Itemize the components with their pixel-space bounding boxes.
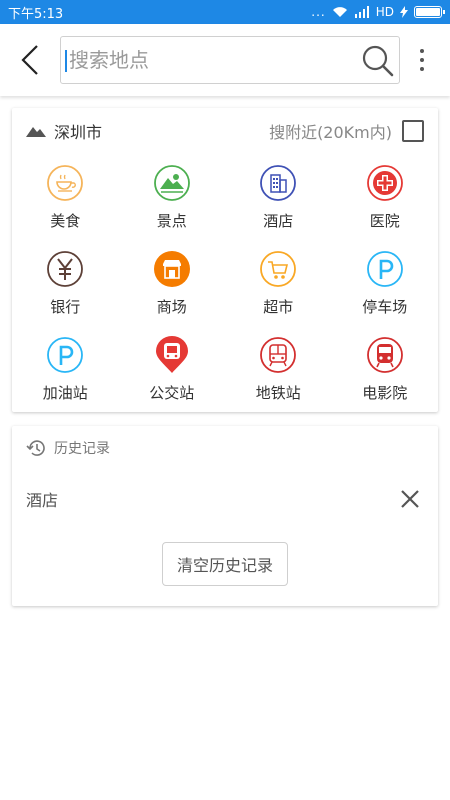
category-food[interactable]: 美食 — [12, 164, 119, 240]
history-item[interactable]: 酒店 — [12, 478, 438, 520]
bus-station-icon — [155, 336, 188, 373]
status-time: 下午5:13 — [8, 6, 64, 22]
category-supermarket[interactable]: 超市 — [225, 250, 332, 326]
category-cinema[interactable]: 电影院 — [332, 336, 439, 412]
category-hospital[interactable]: 医院 — [332, 164, 439, 240]
category-label: 加油站 — [42, 384, 88, 402]
text-cursor — [65, 50, 67, 72]
category-parking[interactable]: 停车场 — [332, 250, 439, 326]
status-dots: ... — [311, 5, 326, 19]
clear-history-button[interactable]: 清空历史记录 — [162, 542, 288, 586]
back-button[interactable] — [14, 42, 46, 78]
search-icon[interactable] — [361, 44, 395, 78]
city-name: 深圳市 — [54, 123, 103, 142]
category-mall[interactable]: 商场 — [119, 250, 226, 326]
category-label: 医院 — [369, 212, 400, 230]
nearby-label: 搜附近(20Km内) — [269, 123, 392, 142]
more-vertical-icon — [420, 49, 424, 53]
back-arrow-icon — [21, 45, 38, 75]
scenery-icon — [153, 165, 190, 201]
cinema-icon — [366, 337, 403, 373]
city-selector[interactable]: 深圳市 — [26, 119, 102, 143]
history-icon — [26, 440, 45, 456]
category-hotel[interactable]: 酒店 — [225, 164, 332, 240]
charging-icon — [400, 6, 408, 18]
supermarket-icon — [260, 251, 297, 287]
category-label: 地铁站 — [255, 384, 301, 402]
signal-icon — [354, 6, 369, 18]
status-bar: 下午5:13 ... HD — [0, 0, 450, 24]
search-header — [0, 24, 450, 96]
mountain-icon — [26, 127, 46, 137]
history-card: 历史记录 酒店 清空历史记录 — [12, 426, 438, 606]
category-label: 公交站 — [149, 384, 195, 402]
category-card-header: 深圳市 搜附近(20Km内) — [12, 108, 438, 154]
category-subway[interactable]: 地铁站 — [225, 336, 332, 412]
parking-icon — [366, 251, 403, 287]
category-label: 银行 — [50, 298, 81, 316]
category-gas-station[interactable]: 加油站 — [12, 336, 119, 412]
category-label: 电影院 — [362, 384, 408, 402]
category-bus-station[interactable]: 公交站 — [119, 336, 226, 412]
delete-history-button[interactable] — [396, 485, 424, 513]
category-card: 深圳市 搜附近(20Km内) 美食 景点 酒店 医院 银行 商场 超市 停车场 … — [12, 108, 438, 412]
history-title: 历史记录 — [54, 441, 110, 457]
history-header: 历史记录 — [26, 438, 110, 458]
category-label: 超市 — [263, 298, 294, 316]
category-label: 酒店 — [263, 212, 294, 230]
category-label: 美食 — [50, 212, 81, 230]
search-input[interactable] — [69, 37, 359, 83]
category-scenery[interactable]: 景点 — [119, 164, 226, 240]
category-label: 停车场 — [362, 298, 408, 316]
category-label: 景点 — [156, 212, 187, 230]
network-type: HD — [375, 5, 394, 19]
category-bank[interactable]: 银行 — [12, 250, 119, 326]
wifi-icon — [332, 7, 347, 17]
search-box[interactable] — [60, 36, 400, 84]
mall-icon — [153, 251, 190, 287]
close-icon — [401, 490, 419, 508]
status-indicators: ... HD — [311, 5, 445, 19]
hotel-icon — [260, 165, 297, 201]
hospital-icon — [366, 165, 403, 201]
battery-icon — [414, 6, 445, 18]
food-icon — [47, 165, 84, 201]
category-grid: 美食 景点 酒店 医院 银行 商场 超市 停车场 加油站 公交站 地铁站 电影院 — [12, 164, 438, 412]
nearby-checkbox[interactable] — [402, 120, 424, 142]
history-item-text: 酒店 — [26, 491, 59, 510]
more-options-button[interactable] — [410, 48, 434, 72]
gas-station-icon — [47, 337, 84, 373]
category-label: 商场 — [156, 298, 187, 316]
subway-icon — [260, 337, 297, 373]
bank-icon — [47, 251, 84, 287]
nearby-toggle[interactable]: 搜附近(20Km内) — [269, 119, 424, 143]
